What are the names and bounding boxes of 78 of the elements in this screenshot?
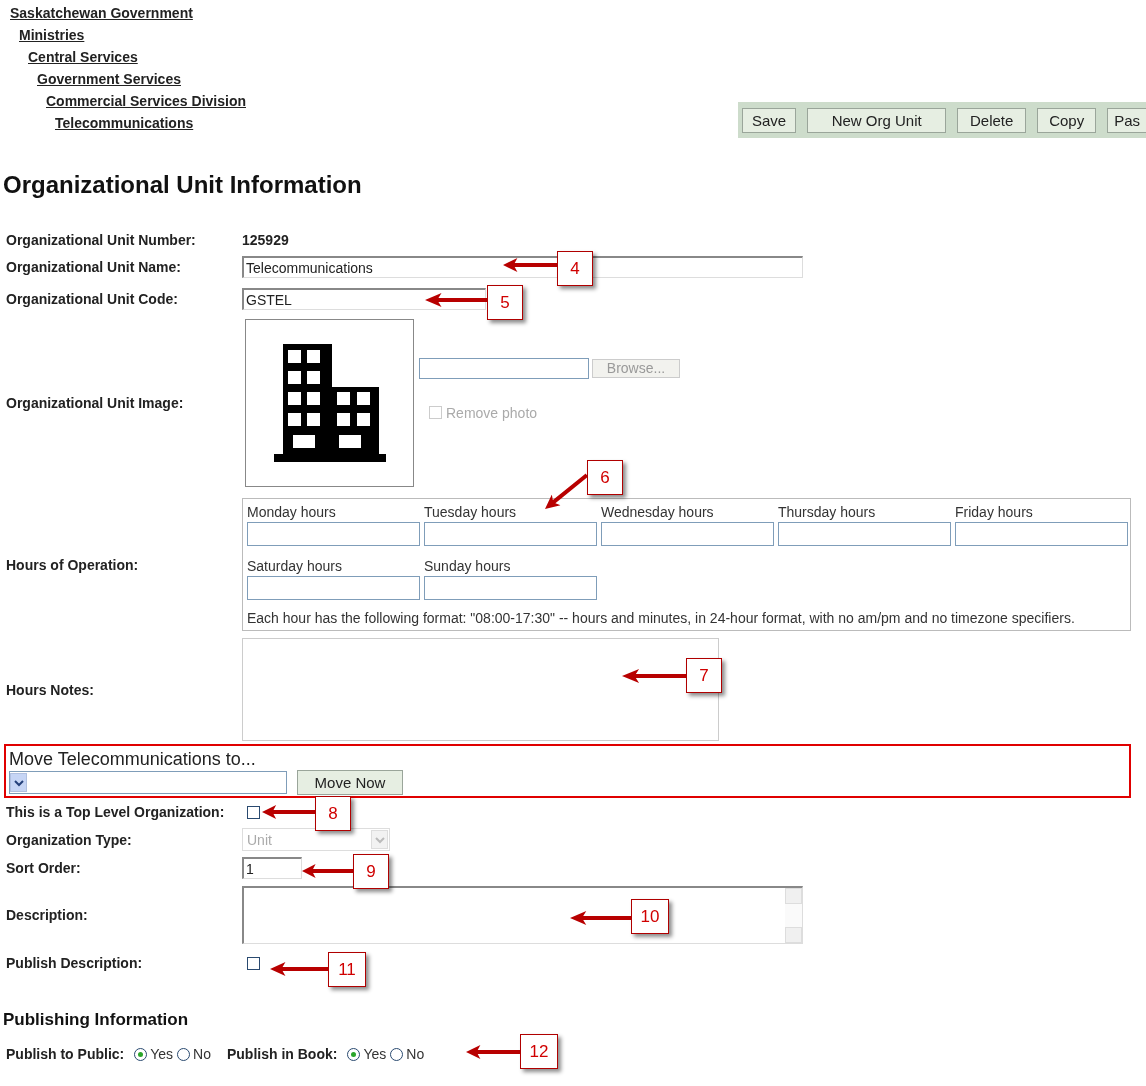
day-label: Friday hours (955, 503, 1034, 522)
field-label: Hours Notes: (5, 681, 95, 698)
radio-button[interactable] (134, 1047, 148, 1061)
hours-field[interactable] (778, 522, 951, 546)
annotation-arrow (503, 258, 557, 272)
hours-field[interactable] (955, 522, 1128, 546)
toolbar-button[interactable]: Pas (1107, 108, 1146, 133)
radio-button[interactable] (390, 1047, 404, 1061)
annotation-arrow (262, 805, 315, 819)
move-now-button[interactable]: Move Now (297, 770, 403, 795)
checkbox[interactable] (247, 805, 260, 819)
field-label: Organizational Unit Code: (5, 291, 179, 307)
file-path-field[interactable] (419, 357, 589, 379)
callout-number: 10 (631, 899, 669, 934)
annotation-arrow (570, 911, 631, 925)
callout-number: 8 (315, 796, 351, 831)
toolbar-button[interactable]: Copy (1037, 108, 1097, 133)
notes-field[interactable] (242, 638, 719, 741)
toolbar-button[interactable]: New Org Unit (807, 108, 947, 133)
field-label: Organization Type: (5, 831, 133, 848)
field-label: Organizational Unit Number: (5, 232, 197, 248)
field-label: Hours of Operation: (5, 556, 140, 573)
day-label: Thursday hours (778, 503, 877, 522)
day-label: Monday hours (247, 503, 337, 522)
callout-number: 5 (487, 285, 523, 320)
radio-button[interactable] (347, 1047, 361, 1061)
sort-order-field[interactable]: 1 (242, 857, 302, 879)
field-label: Publish Description: (5, 955, 144, 971)
breadcrumb-link[interactable]: Central Services (28, 46, 138, 68)
checkbox-label: Remove photo (446, 404, 538, 421)
section-title: Publishing Information (3, 1009, 190, 1031)
callout-number: 12 (520, 1034, 558, 1069)
annotation-arrow (270, 962, 328, 976)
day-label: Tuesday hours (424, 503, 518, 522)
annotation-arrow (466, 1045, 520, 1059)
hours-field[interactable] (601, 522, 774, 546)
toolbar-button[interactable]: Delete (957, 108, 1027, 133)
annotation-arrow (425, 293, 487, 307)
field-label: Organizational Unit Name: (5, 259, 183, 275)
toolbar-button[interactable]: Save (742, 108, 797, 133)
unit-number: 125929 (242, 232, 289, 248)
hours-field[interactable] (424, 522, 597, 546)
field-label: Publish to Public: (6, 1046, 125, 1062)
field-label: Description: (5, 907, 89, 923)
callout-number: 7 (686, 658, 722, 693)
callout-number: 6 (587, 460, 623, 495)
radio-button[interactable] (177, 1047, 191, 1061)
annotation-arrow (302, 864, 353, 878)
destination-dropdown[interactable] (9, 771, 287, 794)
breadcrumb-link[interactable]: Ministries (19, 24, 85, 46)
day-label: Wednesday hours (601, 503, 715, 522)
page-title: Organizational Unit Information (3, 170, 363, 200)
field-label: Organizational Unit Image: (5, 395, 185, 411)
annotation-arrow (622, 669, 686, 683)
breadcrumb-link[interactable]: Government Services (37, 68, 181, 90)
radio-label: No (406, 1046, 425, 1062)
callout-number: 11 (328, 952, 366, 987)
breadcrumb-link[interactable]: Saskatchewan Government (10, 2, 193, 24)
day-label: Sunday hours (424, 557, 512, 576)
callout-number: 4 (557, 251, 593, 286)
breadcrumb-link[interactable]: Telecommunications (55, 112, 194, 134)
move-title: Move Telecommunications to... (9, 748, 257, 770)
radio-label: Yes (363, 1046, 387, 1062)
field-label: Publish in Book: (227, 1046, 338, 1062)
field-label: This is a Top Level Organization: (5, 804, 226, 820)
day-label: Saturday hours (247, 557, 343, 576)
checkbox[interactable] (247, 956, 260, 970)
format-note: Each hour has the following format: "08:00-17:30" -- hours and minutes, in 24-hour format, with no am/pm and no timezone specifiers. (247, 610, 1076, 626)
code-field[interactable]: GSTEL (242, 288, 486, 310)
hours-field[interactable] (247, 522, 420, 546)
hours-field[interactable] (424, 576, 597, 600)
radio-label: No (193, 1046, 211, 1062)
field-label: Sort Order: (5, 860, 82, 876)
radio-label: Yes (150, 1046, 174, 1062)
building-icon (273, 344, 386, 462)
breadcrumb-link[interactable]: Commercial Services Division (46, 90, 246, 112)
callout-number: 9 (353, 854, 389, 889)
hours-field[interactable] (247, 576, 420, 600)
